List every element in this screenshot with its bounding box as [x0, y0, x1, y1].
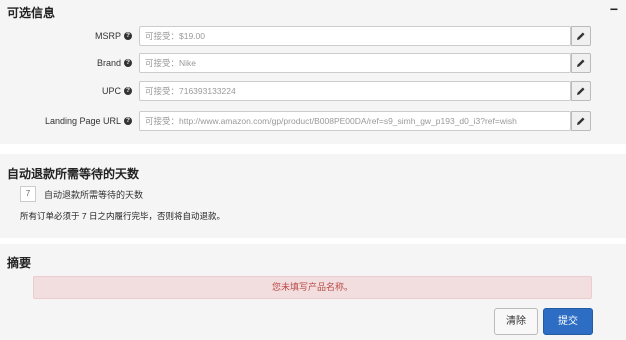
- brand-field[interactable]: 可接受：Nike: [139, 53, 571, 73]
- error-alert: 您未填写产品名称。: [33, 276, 592, 299]
- brand-edit-button[interactable]: [571, 53, 591, 73]
- pencil-icon: [577, 32, 585, 40]
- help-icon[interactable]: ?: [124, 59, 132, 67]
- upc-label: UPC ?: [102, 86, 132, 96]
- msrp-label-text: MSRP: [94, 31, 121, 41]
- brand-label-text: Brand: [96, 58, 121, 68]
- optional-info-title: 可选信息: [7, 6, 56, 20]
- landing-page-url-field[interactable]: 可接受：http://www.amazon.com/gp/product/B00…: [139, 111, 571, 131]
- landing-page-url-edit-button[interactable]: [571, 111, 591, 131]
- pencil-icon: [577, 117, 585, 125]
- collapse-icon[interactable]: −: [610, 1, 618, 17]
- upc-label-text: UPC: [101, 86, 121, 96]
- upc-field[interactable]: 可接受：716393133224: [139, 81, 571, 101]
- refund-days-note: 所有订单必须于 7 日之内履行完毕，否则将自动退款。: [20, 211, 225, 221]
- summary-section: 摘要 您未填写产品名称。 清除 提交: [0, 244, 626, 340]
- help-icon[interactable]: ?: [124, 32, 132, 40]
- landing-page-url-label-text: Landing Page URL: [44, 116, 121, 126]
- optional-info-section: 可选信息 − MSRP ? 可接受：$19.00 Brand ? 可接受：Nik…: [0, 0, 626, 144]
- refund-days-title: 自动退款所需等待的天数: [7, 167, 140, 181]
- landing-page-url-label: Landing Page URL ?: [45, 116, 132, 126]
- upc-edit-button[interactable]: [571, 81, 591, 101]
- pencil-icon: [577, 59, 585, 67]
- pencil-icon: [577, 87, 585, 95]
- msrp-label: MSRP ?: [95, 31, 132, 41]
- help-icon[interactable]: ?: [124, 117, 132, 125]
- submit-button[interactable]: 提交: [543, 308, 593, 335]
- refund-days-input[interactable]: 7: [20, 186, 36, 202]
- clear-button[interactable]: 清除: [494, 308, 538, 335]
- help-icon[interactable]: ?: [124, 87, 132, 95]
- msrp-field[interactable]: 可接受：$19.00: [139, 26, 571, 46]
- brand-label: Brand ?: [97, 58, 132, 68]
- summary-title: 摘要: [7, 256, 32, 270]
- refund-days-label: 自动退款所需等待的天数: [44, 190, 144, 200]
- msrp-edit-button[interactable]: [571, 26, 591, 46]
- refund-days-section: 自动退款所需等待的天数 7 自动退款所需等待的天数 所有订单必须于 7 日之内履…: [0, 154, 626, 238]
